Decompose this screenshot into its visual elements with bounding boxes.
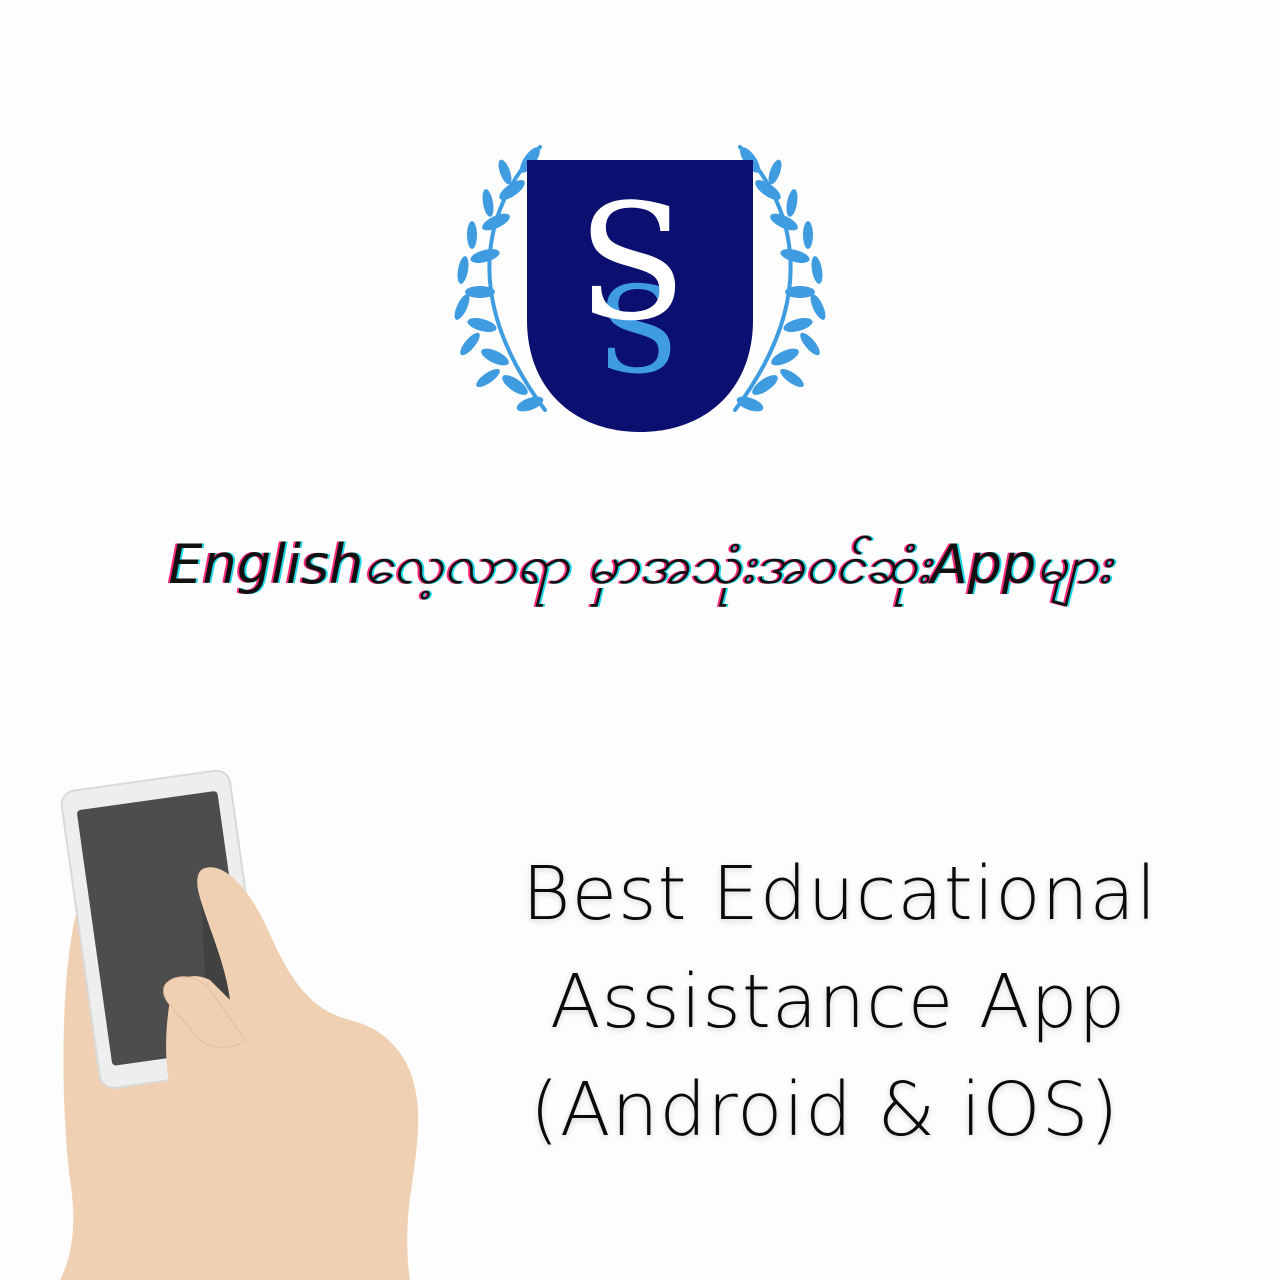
tagline: Best Educational Assistance App (Android… — [500, 840, 1200, 1164]
tagline-line-2: Assistance App — [550, 959, 1127, 1045]
tagline-line-3: (Android & iOS) — [530, 1067, 1120, 1153]
poster: S S Englishလေ့လာရာ မှာအသုံးအဝင်ဆုံးAppမျ… — [0, 0, 1280, 1280]
ss-shield-logo: S S — [454, 145, 826, 432]
headline-myanmar: Englishလေ့လာရာ မှာအသုံးအဝင်ဆုံးAppများ — [168, 533, 1112, 596]
tagline-line-1: Best Educational — [522, 851, 1158, 937]
letter-s-primary: S — [577, 169, 687, 356]
hand-holding-phone-illustration — [60, 769, 419, 1280]
